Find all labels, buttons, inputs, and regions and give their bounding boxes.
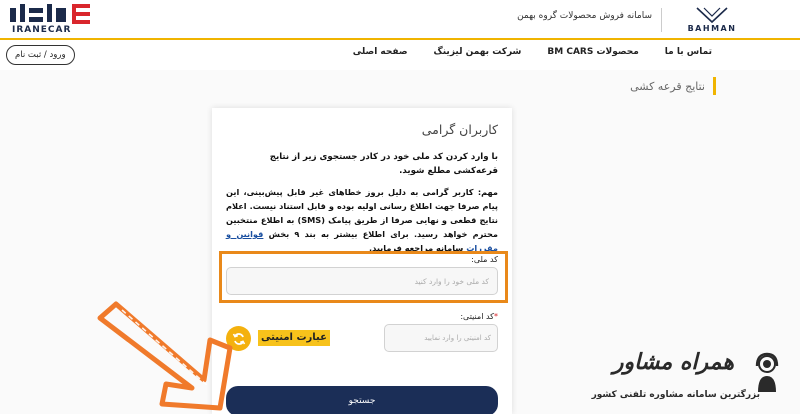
card-title: کاربران گرامی — [421, 122, 498, 137]
bahman-logo-text: BAHMAN — [687, 24, 737, 33]
captcha-image: عبارت امنیتی — [258, 330, 330, 346]
captcha-refresh-button[interactable] — [226, 326, 251, 351]
nav-item-contact[interactable]: تماس با ما — [665, 47, 712, 57]
nav-menu: صفحه اصلی شرکت بهمن لیزینگ محصولات BM CA… — [353, 47, 712, 57]
important-tail: سامانه مراجعه فرمایید. — [369, 243, 464, 253]
refresh-icon — [232, 332, 245, 345]
national-code-input[interactable] — [226, 267, 498, 295]
important-label: مهم: — [477, 187, 498, 197]
required-mark: * — [494, 312, 498, 321]
page-title-accent-bar — [713, 77, 716, 95]
header-divider — [661, 8, 662, 32]
portal-title: سامانه فروش محصولات گروه بهمن — [517, 11, 652, 21]
important-notice: مهم: کاربر گرامی به دلیل بروز خطاهای غیر… — [226, 185, 498, 255]
iranecar-mark-icon — [10, 4, 90, 24]
important-text: کاربر گرامی به دلیل بروز خطاهای غیر قابل… — [226, 187, 498, 239]
nav-item-bm-cars[interactable]: محصولات BM CARS — [547, 47, 638, 57]
nav-item-home[interactable]: صفحه اصلی — [353, 47, 408, 57]
page-title: نتایج قرعه کشی — [630, 79, 705, 93]
lottery-results-card: کاربران گرامی با وارد کردن کد ملی خود در… — [212, 108, 512, 414]
page-title-wrap: نتایج قرعه کشی — [630, 76, 716, 96]
national-code-label: کد ملی: — [471, 255, 498, 264]
security-code-label-text: کد امنیتی: — [460, 312, 494, 321]
iranecar-logo-text: IRANECAR — [12, 25, 72, 35]
intro-text: با وارد کردن کد ملی خود در کادر جستجوی ز… — [269, 152, 498, 176]
search-button[interactable]: جستجو — [226, 386, 498, 414]
top-header: BAHMAN سامانه فروش محصولات گروه بهمن IRA… — [0, 0, 800, 40]
security-code-input[interactable] — [384, 324, 498, 352]
iranecar-logo[interactable]: IRANECAR — [4, 2, 96, 38]
bahman-logo[interactable]: BAHMAN — [682, 6, 742, 36]
bahman-emblem-icon — [696, 7, 728, 24]
consultant-headset-icon — [755, 352, 779, 392]
nav-item-bahman-leasing[interactable]: شرکت بهمن لیزینگ — [434, 47, 522, 57]
main-nav: صفحه اصلی شرکت بهمن لیزینگ محصولات BM CA… — [0, 40, 800, 70]
watermark-subtitle: بزرگترین سامانه مشاوره تلفنی کشور — [591, 390, 760, 400]
login-register-button[interactable]: ورود / ثبت نام — [6, 45, 75, 65]
security-code-label: *کد امنیتی: — [460, 312, 498, 321]
brand-watermark: همراه مشاور بزرگترین سامانه مشاوره تلفنی… — [592, 348, 790, 408]
watermark-title: همراه مشاور — [612, 350, 734, 375]
